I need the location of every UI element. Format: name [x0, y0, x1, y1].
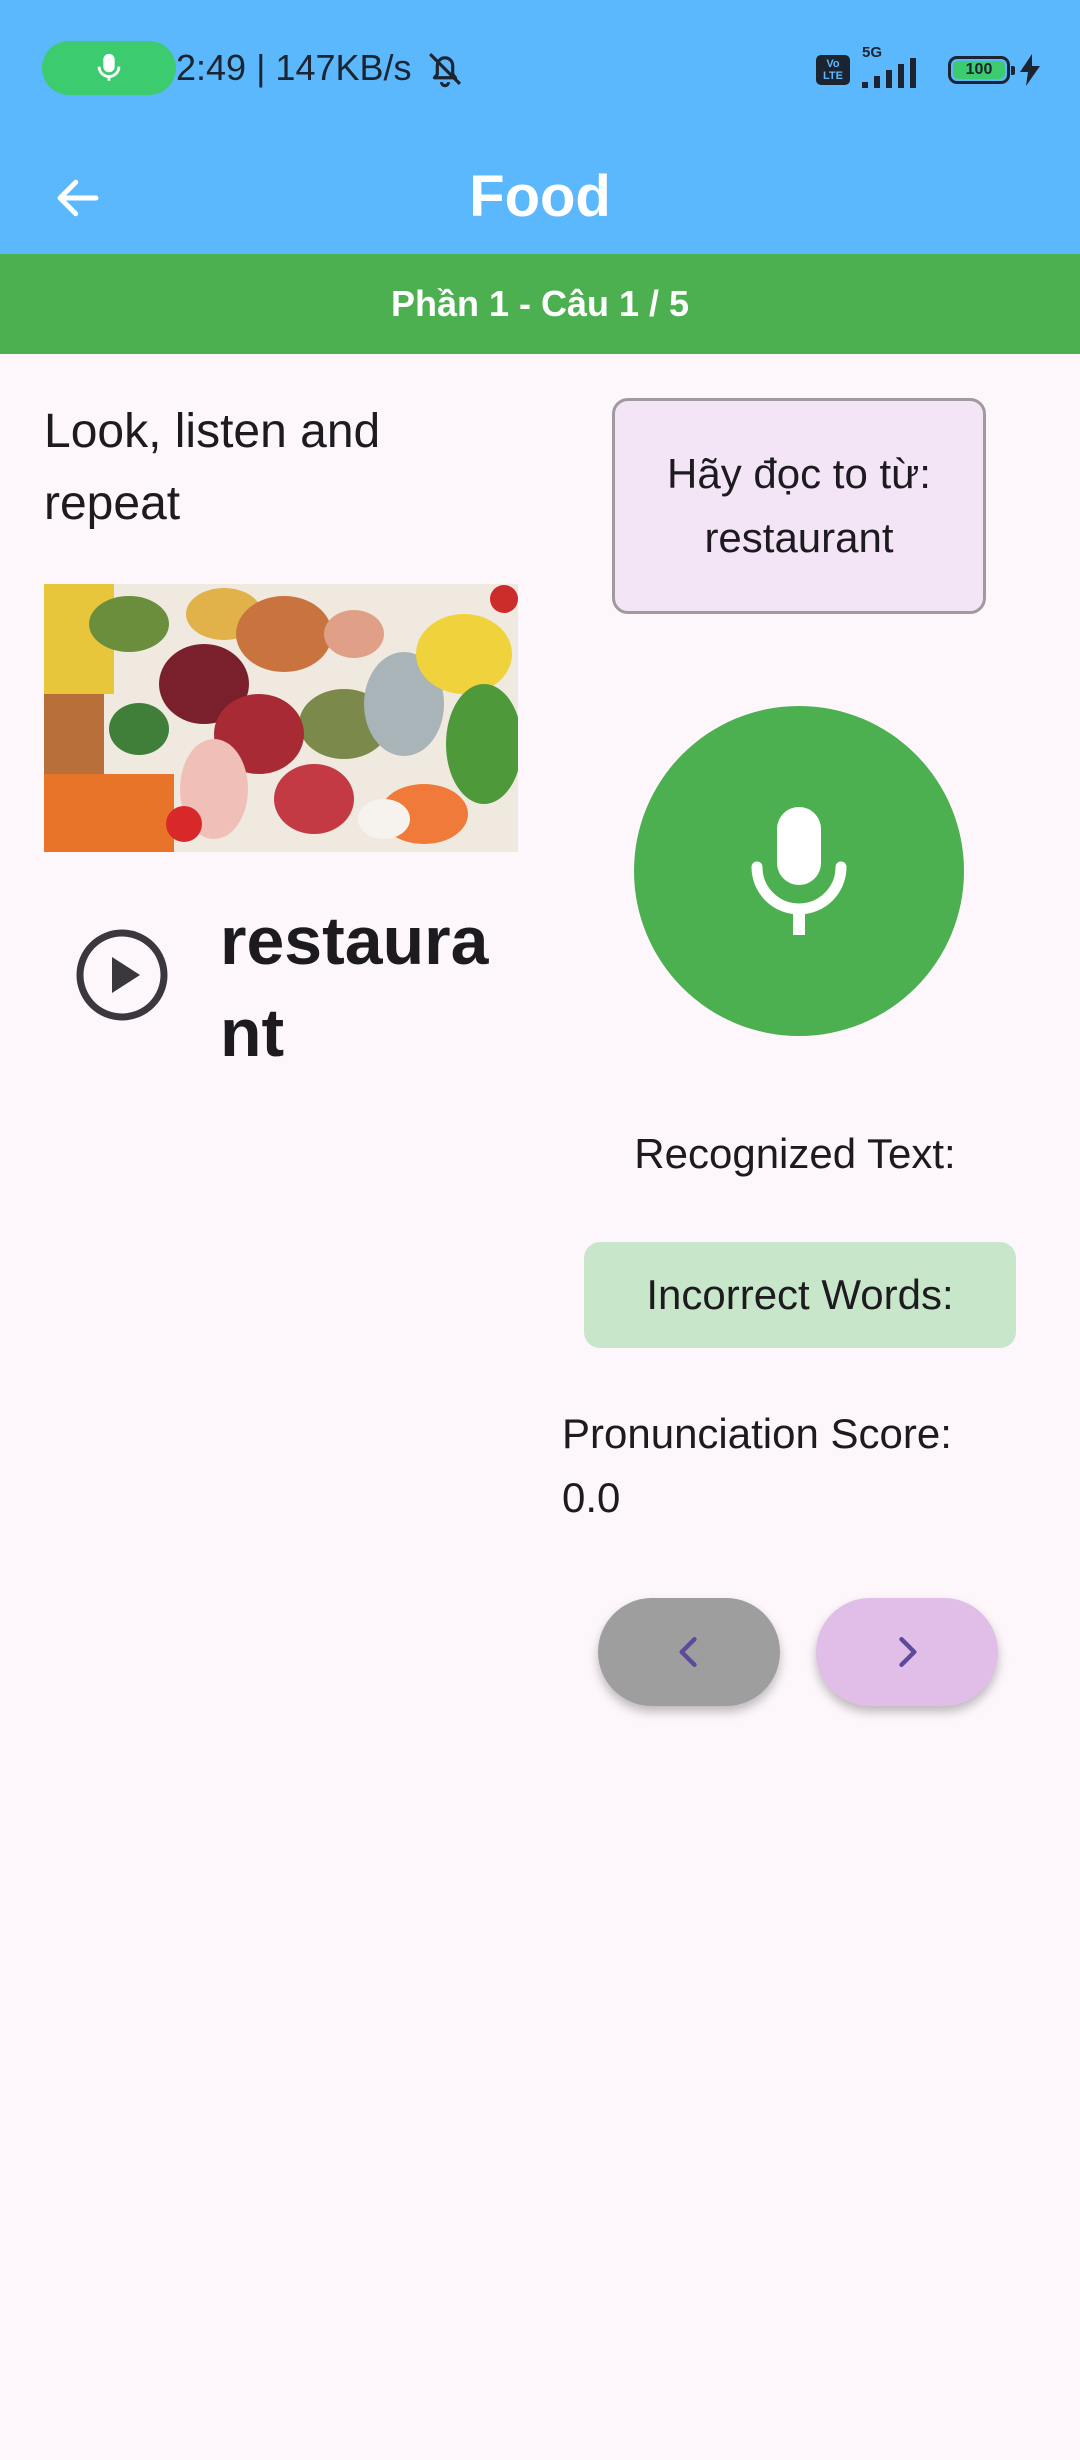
- prompt-word: restaurant: [704, 514, 894, 561]
- food-image: [44, 584, 518, 852]
- score-label: Pronunciation Score:: [562, 1410, 952, 1457]
- status-time-speed: 2:49 | 147KB/s: [176, 47, 412, 88]
- recognized-text-label: Recognized Text:: [634, 1130, 956, 1177]
- status-bar: 2:49 | 147KB/s Vo LTE 5G 100: [0, 0, 1080, 140]
- status-icons: Vo LTE 5G 100: [816, 44, 1040, 92]
- charging-bolt-icon: [1020, 54, 1040, 86]
- incorrect-words-box: Incorrect Words:: [584, 1242, 1016, 1348]
- arrow-left-icon: [57, 179, 99, 217]
- previous-button[interactable]: [598, 1598, 780, 1706]
- signal-icon: 5G: [860, 44, 930, 90]
- bell-muted-icon: [429, 53, 461, 88]
- play-circle-icon: [76, 929, 168, 1021]
- battery-icon: 100: [948, 56, 1015, 84]
- play-audio-button[interactable]: [72, 925, 172, 1025]
- chevron-left-icon: [679, 1636, 697, 1668]
- microphone-icon: [751, 807, 847, 935]
- pronunciation-score: Pronunciation Score: 0.0: [562, 1402, 1022, 1530]
- vocabulary-word: restaurant: [220, 903, 489, 1071]
- progress-label: Phần 1 - Câu 1 / 5: [0, 254, 1080, 354]
- instruction-text: Look, listen and repeat: [44, 405, 381, 530]
- page-title: Food: [469, 164, 611, 229]
- app-bar: Food: [0, 140, 1080, 254]
- next-button[interactable]: [816, 1598, 998, 1706]
- prompt-card: Hãy đọc to từ: restaurant: [612, 398, 986, 614]
- microphone-indicator-icon: [97, 53, 121, 81]
- back-button[interactable]: [40, 160, 116, 236]
- prompt-instruction: Hãy đọc to từ:: [667, 450, 931, 497]
- score-value: 0.0: [562, 1474, 621, 1521]
- record-button[interactable]: [634, 706, 964, 1036]
- chevron-right-icon: [899, 1636, 917, 1668]
- battery-level: 100: [953, 61, 1005, 79]
- volte-icon: Vo LTE: [816, 55, 850, 85]
- mic-indicator-pill: [42, 41, 176, 95]
